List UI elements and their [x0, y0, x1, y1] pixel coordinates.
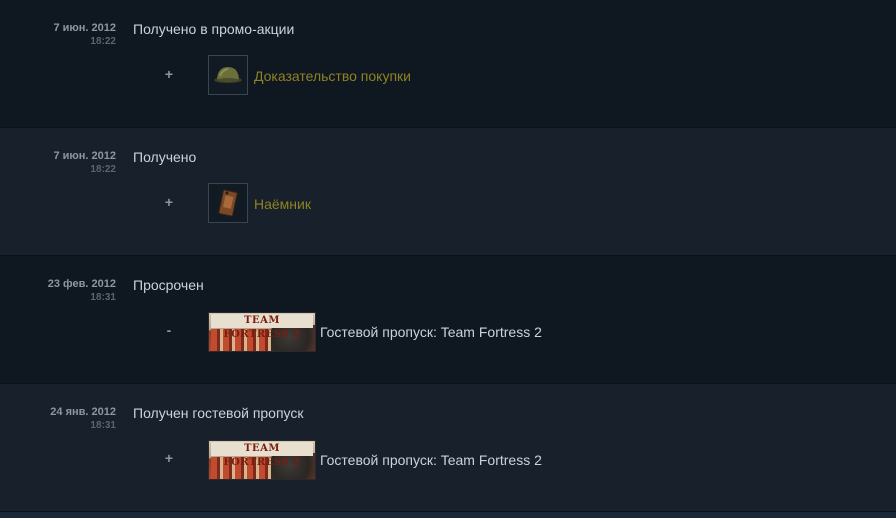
item-thumbnail[interactable] [208, 183, 248, 223]
history-date-time: 18:31 [90, 420, 116, 431]
banner-logo-text: TEAM FORTRESS 2 [211, 314, 313, 340]
history-event-label: Просрочен [133, 277, 204, 293]
history-date: 24 янв. 2012 18:31 [0, 406, 116, 432]
plus-sign: + [164, 66, 174, 82]
history-date: 7 июн. 2012 18:22 [0, 22, 116, 48]
item-name-link[interactable]: Гостевой пропуск: Team Fortress 2 [320, 324, 542, 340]
history-date-day: 7 июн. 2012 [53, 150, 116, 162]
minus-sign: - [166, 322, 172, 338]
history-date: 23 фев. 2012 18:31 [0, 278, 116, 304]
game-banner-image[interactable]: TEAM FORTRESS 2 [208, 312, 316, 352]
history-date-day: 24 янв. 2012 [50, 406, 116, 418]
history-row: 24 янв. 2012 18:31 Получен гостевой проп… [0, 384, 896, 512]
game-banner-image[interactable]: TEAM FORTRESS 2 [208, 440, 316, 480]
history-date-time: 18:22 [90, 36, 116, 47]
item-name-link[interactable]: Наёмник [254, 196, 311, 212]
history-event-label: Получено в промо-акции [133, 21, 295, 37]
history-row: 7 июн. 2012 18:22 Получено в промо-акции… [0, 0, 896, 128]
history-event-label: Получено [133, 149, 197, 165]
item-name-link[interactable]: Гостевой пропуск: Team Fortress 2 [320, 452, 542, 468]
plus-sign: + [164, 450, 174, 466]
item-thumbnail[interactable] [208, 55, 248, 95]
helmet-icon [214, 67, 242, 83]
item-name-link[interactable]: Доказательство покупки [254, 68, 411, 84]
history-date: 7 июн. 2012 18:22 [0, 150, 116, 176]
history-date-day: 23 фев. 2012 [47, 278, 116, 290]
history-row: 23 фев. 2012 18:31 Просрочен - TEAM FORT… [0, 256, 896, 384]
tag-icon [218, 189, 238, 217]
banner-logo-text: TEAM FORTRESS 2 [211, 442, 313, 468]
history-row: 7 июн. 2012 18:22 Получено + Наёмник [0, 128, 896, 256]
plus-sign: + [164, 194, 174, 210]
history-event-label: Получен гостевой пропуск [133, 405, 304, 421]
history-date-day: 7 июн. 2012 [53, 22, 116, 34]
history-date-time: 18:22 [90, 164, 116, 175]
history-date-time: 18:31 [90, 292, 116, 303]
inventory-history-list: 7 июн. 2012 18:22 Получено в промо-акции… [0, 0, 896, 512]
